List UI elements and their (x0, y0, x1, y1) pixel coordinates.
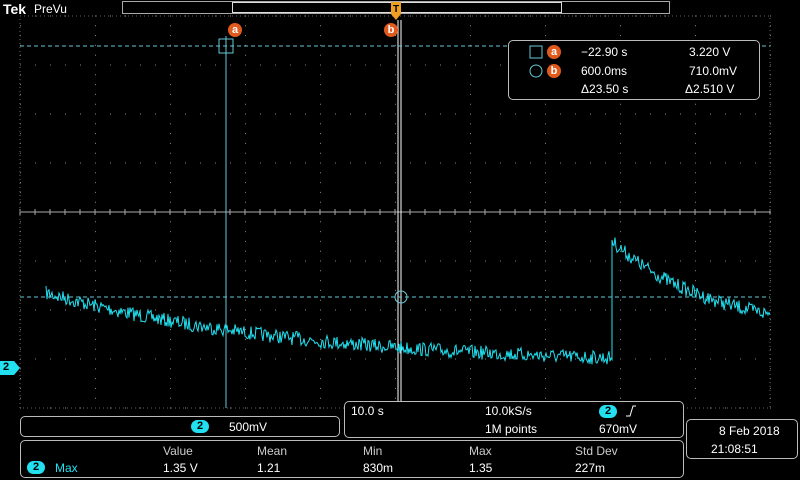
cursor-a-time: −22.90 s (581, 45, 628, 59)
channel-2-scale: 500mV (229, 420, 268, 434)
svg-text:T: T (393, 4, 399, 15)
timebase-trigger-panel[interactable]: 10.0 s 10.0kS/s 1M points 2 670mV (344, 401, 684, 438)
trigger-level: 670mV (599, 422, 638, 436)
record-length: 1M points (485, 422, 538, 436)
meas-min: 830m (363, 461, 394, 475)
cursor-b-circle-icon (529, 64, 543, 78)
meas-mean: 1.21 (257, 461, 281, 475)
cursor-b-time: 600.0ms (581, 64, 628, 78)
meas-header-max: Max (469, 444, 492, 458)
cursor-b-label[interactable]: b (384, 23, 398, 37)
meas-value: 1.35 V (163, 461, 198, 475)
cursor-delta-time: Δ23.50 s (581, 82, 629, 96)
measurement-panel[interactable]: Value Mean Min Max Std Dev 2 Max 1.35 V … (20, 440, 684, 478)
meas-header-value: Value (163, 444, 193, 458)
channel-2-scale-panel[interactable]: 2 500mV (20, 416, 340, 437)
trigger-source-badge: 2 (599, 405, 617, 418)
datetime-panel: 8 Feb 2018 21:08:51 (686, 419, 798, 459)
cursor-a-voltage: 3.220 V (689, 45, 731, 59)
meas-stddev: 227m (575, 461, 606, 475)
cursor-a-label[interactable]: a (228, 23, 242, 37)
meas-header-stddev: Std Dev (575, 444, 618, 458)
channel-2-badge: 2 (191, 420, 209, 433)
meas-header-min: Min (363, 444, 383, 458)
horizontal-scale: 10.0 s (351, 404, 384, 418)
channel-2-waveform (45, 237, 771, 365)
meas-header-mean: Mean (257, 444, 288, 458)
channel-2-marker-label: 2 (3, 361, 10, 373)
time: 21:08:51 (711, 442, 758, 456)
cursor-b-voltage: 710.0mV (689, 64, 738, 78)
readout-cursor-b-label: b (547, 64, 561, 78)
cursor-readout-panel[interactable]: a −22.90 s 3.220 V b 600.0ms 710.0mV Δ23… (508, 40, 760, 100)
rising-edge-icon (626, 405, 636, 417)
cursor-delta-voltage: Δ2.510 V (685, 82, 735, 96)
sample-rate: 10.0kS/s (485, 404, 532, 418)
meas-max: 1.35 (469, 461, 493, 475)
trigger-t-arrow-icon[interactable]: T (391, 2, 401, 20)
measurement-type: Max (55, 461, 78, 475)
readout-cursor-a-label: a (547, 45, 561, 59)
graticule-center-line (19, 209, 771, 215)
measurement-channel-badge: 2 (27, 461, 45, 474)
date: 8 Feb 2018 (719, 424, 780, 438)
cursor-a-square-icon (529, 45, 543, 59)
